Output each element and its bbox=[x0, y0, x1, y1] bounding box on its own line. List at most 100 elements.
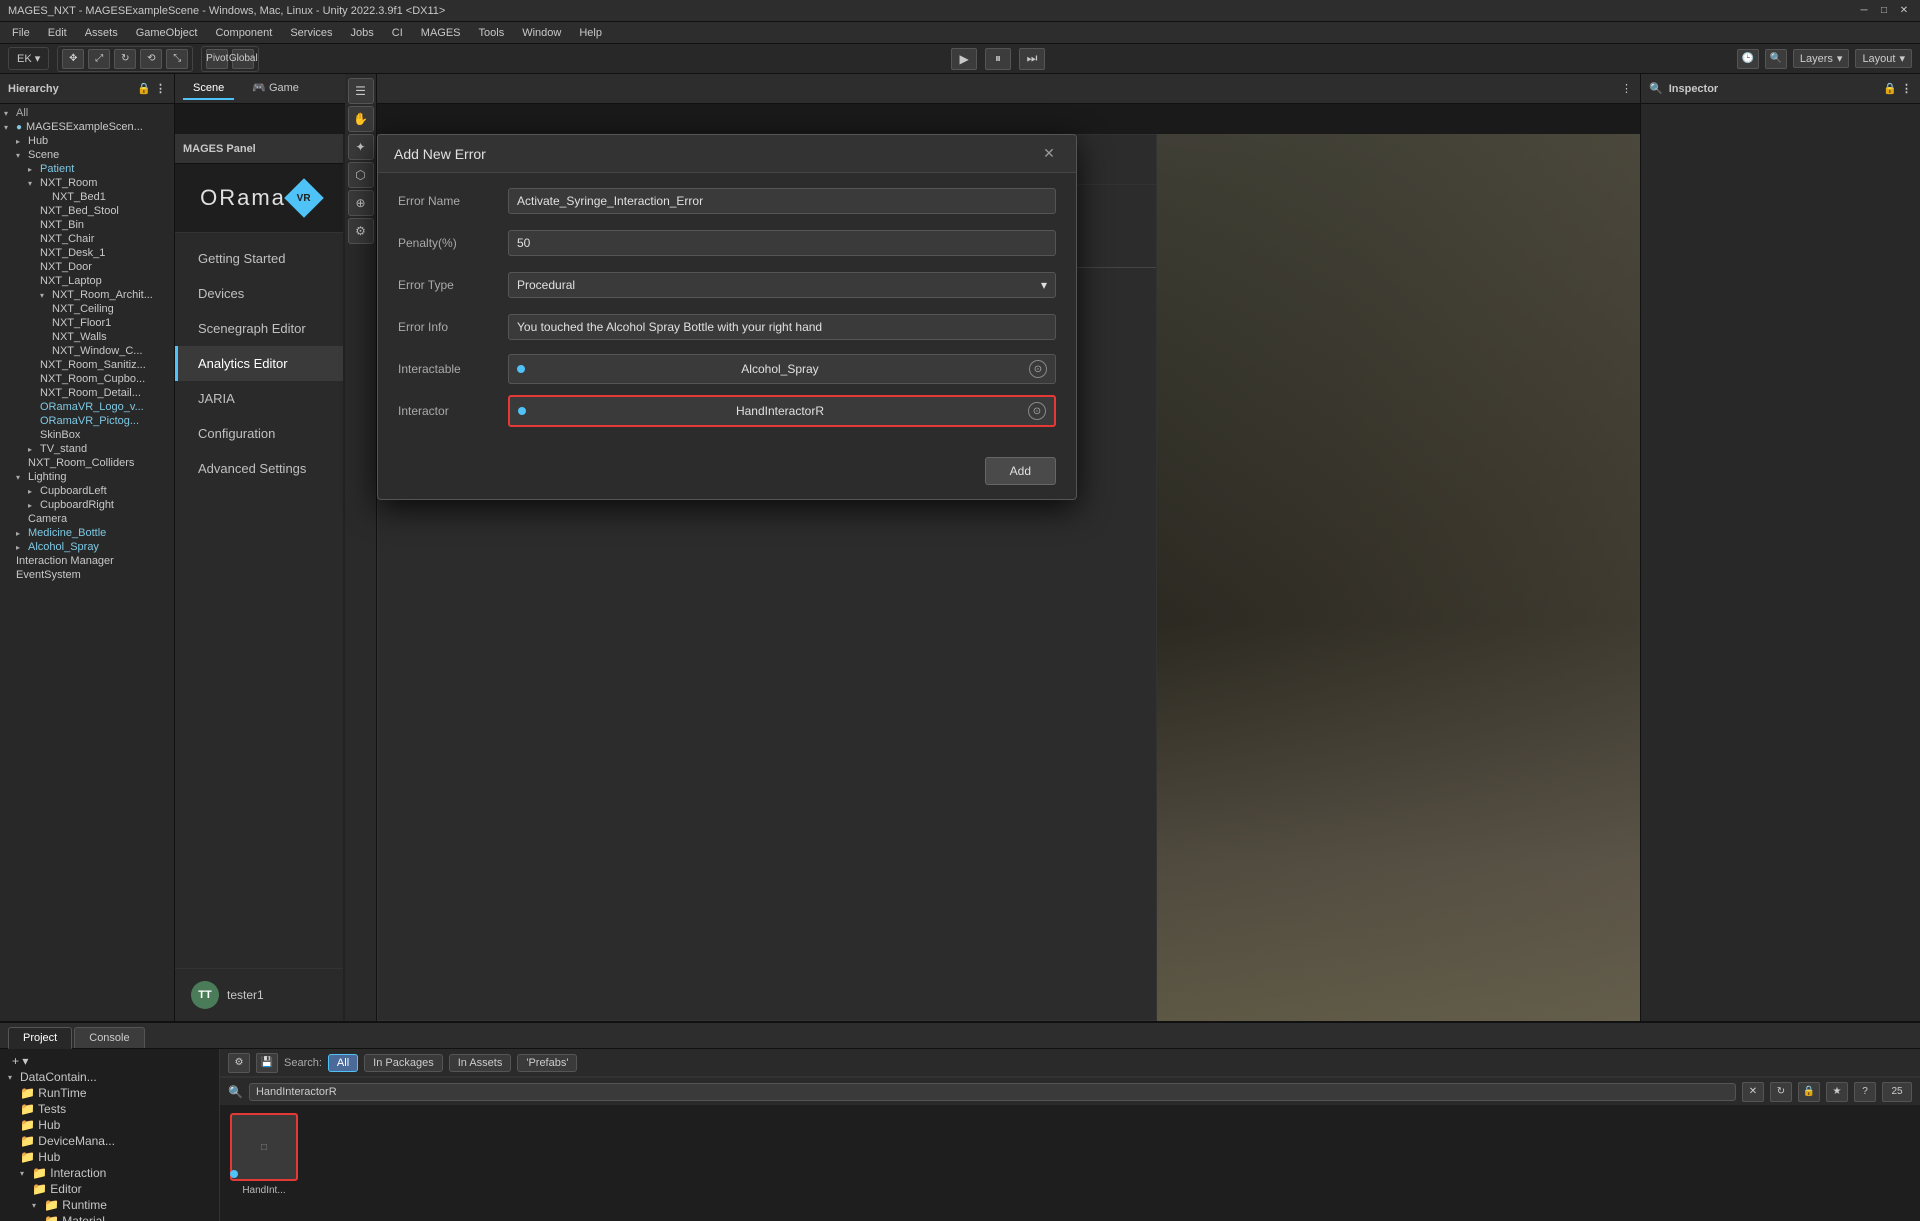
project-hub2[interactable]: 📁 Hub bbox=[4, 1149, 215, 1165]
project-interaction[interactable]: ▾ 📁 Interaction bbox=[4, 1165, 215, 1181]
dialog-close-btn[interactable]: ✕ bbox=[1038, 143, 1060, 165]
transform-btn-5[interactable]: ⤡ bbox=[166, 49, 188, 69]
side-icon-3[interactable]: ✦ bbox=[348, 134, 374, 160]
menu-ci[interactable]: CI bbox=[384, 25, 411, 41]
transform-btn-1[interactable]: ✥ bbox=[62, 49, 84, 69]
tree-nxt-walls[interactable]: NXT_Walls bbox=[0, 330, 174, 344]
menu-services[interactable]: Services bbox=[282, 25, 340, 41]
transform-btn-4[interactable]: ⟲ bbox=[140, 49, 162, 69]
tree-nxt-bed1[interactable]: NXT_Bed1 bbox=[0, 190, 174, 204]
play-btn[interactable]: ▶ bbox=[951, 48, 977, 70]
error-type-dropdown[interactable]: Procedural ▾ bbox=[508, 272, 1056, 298]
scene-tab[interactable]: Scene bbox=[183, 78, 234, 100]
project-runtime[interactable]: 📁 RunTime bbox=[4, 1085, 215, 1101]
error-info-input[interactable]: You touched the Alcohol Spray Bottle wit… bbox=[508, 314, 1056, 340]
side-icon-1[interactable]: ☰ bbox=[348, 78, 374, 104]
step-btn[interactable]: ⏭ bbox=[1019, 48, 1045, 70]
nav-analytics[interactable]: Analytics Editor bbox=[175, 346, 343, 381]
transform-btn-2[interactable]: ⤢ bbox=[88, 49, 110, 69]
asset-hand-interactor[interactable]: □ HandInt... bbox=[228, 1113, 300, 1196]
project-add[interactable]: + ▾ bbox=[4, 1053, 215, 1069]
assets-settings[interactable]: ⚙ bbox=[228, 1053, 250, 1073]
menu-tools[interactable]: Tools bbox=[471, 25, 513, 41]
nav-getting-started[interactable]: Getting Started bbox=[175, 241, 343, 276]
assets-save[interactable]: 💾 bbox=[256, 1053, 278, 1073]
tree-alcohol[interactable]: ▸ Alcohol_Spray bbox=[0, 540, 174, 554]
tree-all[interactable]: ▾ All bbox=[0, 106, 174, 120]
maximize-btn[interactable]: □ bbox=[1876, 3, 1892, 19]
inspector-more[interactable]: ⋮ bbox=[1901, 82, 1912, 95]
star-btn[interactable]: ★ bbox=[1826, 1082, 1848, 1102]
project-device[interactable]: 📁 DeviceMana... bbox=[4, 1133, 215, 1149]
menu-edit[interactable]: Edit bbox=[40, 25, 75, 41]
tree-nxt-bed-stool[interactable]: NXT_Bed_Stool bbox=[0, 204, 174, 218]
project-hub[interactable]: 📁 Hub bbox=[4, 1117, 215, 1133]
tree-nxt-door[interactable]: NXT_Door bbox=[0, 260, 174, 274]
nav-configuration[interactable]: Configuration bbox=[175, 416, 343, 451]
tree-tv-stand[interactable]: ▸ TV_stand bbox=[0, 442, 174, 456]
tree-skinbox[interactable]: SkinBox bbox=[0, 428, 174, 442]
nav-devices[interactable]: Devices bbox=[175, 276, 343, 311]
menu-gameobject[interactable]: GameObject bbox=[128, 25, 206, 41]
project-tests[interactable]: 📁 Tests bbox=[4, 1101, 215, 1117]
hierarchy-lock[interactable]: 🔒 bbox=[137, 82, 151, 95]
project-runtime2[interactable]: ▾ 📁 Runtime bbox=[4, 1197, 215, 1213]
interactable-select-btn[interactable]: ⊙ bbox=[1029, 360, 1047, 378]
refresh-btn[interactable]: ↻ bbox=[1770, 1082, 1792, 1102]
tree-camera[interactable]: Camera bbox=[0, 512, 174, 526]
tab-console[interactable]: Console bbox=[74, 1027, 144, 1048]
tree-interaction-mgr[interactable]: Interaction Manager bbox=[0, 554, 174, 568]
inspector-lock[interactable]: 🔒 bbox=[1883, 82, 1897, 95]
filter-all[interactable]: All bbox=[328, 1054, 358, 1072]
tree-scene-go[interactable]: ▾ Scene bbox=[0, 148, 174, 162]
minimize-btn[interactable]: ─ bbox=[1856, 3, 1872, 19]
tree-orama-logo[interactable]: ORamaVR_Logo_v... bbox=[0, 400, 174, 414]
filter-in-packages[interactable]: In Packages bbox=[364, 1054, 443, 1072]
menu-assets[interactable]: Assets bbox=[77, 25, 126, 41]
project-material[interactable]: 📁 Material bbox=[4, 1213, 215, 1221]
filter-in-assets[interactable]: In Assets bbox=[449, 1054, 512, 1072]
game-tab[interactable]: 🎮 Game bbox=[242, 77, 309, 100]
tab-project[interactable]: Project bbox=[8, 1027, 72, 1049]
tree-nxt-colliders[interactable]: NXT_Room_Colliders bbox=[0, 456, 174, 470]
filter-prefabs[interactable]: 'Prefabs' bbox=[517, 1054, 577, 1072]
layout-dropdown[interactable]: Layout ▾ bbox=[1855, 49, 1912, 68]
menu-jobs[interactable]: Jobs bbox=[343, 25, 382, 41]
tree-medicine[interactable]: ▸ Medicine_Bottle bbox=[0, 526, 174, 540]
viewport-more[interactable]: ⋮ bbox=[1621, 82, 1632, 95]
tree-nxt-desk[interactable]: NXT_Desk_1 bbox=[0, 246, 174, 260]
tree-nxt-sanitiz[interactable]: NXT_Room_Sanitiz... bbox=[0, 358, 174, 372]
tree-cupboard-left[interactable]: ▸ CupboardLeft bbox=[0, 484, 174, 498]
tree-nxt-window[interactable]: NXT_Window_C... bbox=[0, 344, 174, 358]
tree-nxt-laptop[interactable]: NXT_Laptop bbox=[0, 274, 174, 288]
pause-btn[interactable]: ⏸ bbox=[985, 48, 1011, 70]
project-editor[interactable]: 📁 Editor bbox=[4, 1181, 215, 1197]
menu-help[interactable]: Help bbox=[571, 25, 610, 41]
nav-jaria[interactable]: JARIA bbox=[175, 381, 343, 416]
side-icon-4[interactable]: ⬡ bbox=[348, 162, 374, 188]
search-btn[interactable]: 🔍 bbox=[1765, 49, 1787, 69]
account-label[interactable]: EK ▾ bbox=[13, 50, 44, 67]
tree-lighting[interactable]: ▾ Lighting bbox=[0, 470, 174, 484]
tree-nxt-room-archit[interactable]: ▾ NXT_Room_Archit... bbox=[0, 288, 174, 302]
menu-component[interactable]: Component bbox=[207, 25, 280, 41]
interactor-select-btn[interactable]: ⊙ bbox=[1028, 402, 1046, 420]
tree-nxt-cupb[interactable]: NXT_Room_Cupbo... bbox=[0, 372, 174, 386]
tree-cupboard-right[interactable]: ▸ CupboardRight bbox=[0, 498, 174, 512]
pivot-btn[interactable]: Pivot bbox=[206, 49, 228, 69]
info-btn[interactable]: ? bbox=[1854, 1082, 1876, 1102]
tree-hub[interactable]: ▸ Hub bbox=[0, 134, 174, 148]
side-icon-5[interactable]: ⊕ bbox=[348, 190, 374, 216]
add-button[interactable]: Add bbox=[985, 457, 1056, 485]
close-btn[interactable]: ✕ bbox=[1896, 3, 1912, 19]
menu-mages[interactable]: MAGES bbox=[413, 25, 469, 41]
hierarchy-more[interactable]: ⋮ bbox=[155, 82, 166, 95]
tree-nxt-bin[interactable]: NXT_Bin bbox=[0, 218, 174, 232]
tree-nxt-floor[interactable]: NXT_Floor1 bbox=[0, 316, 174, 330]
transform-btn-3[interactable]: ↻ bbox=[114, 49, 136, 69]
interactor-field[interactable]: HandInteractorR ⊙ bbox=[508, 395, 1056, 427]
history-btn[interactable]: 🕒 bbox=[1737, 49, 1759, 69]
global-btn[interactable]: Global bbox=[232, 49, 254, 69]
clear-search[interactable]: ✕ bbox=[1742, 1082, 1764, 1102]
penalty-input[interactable]: 50 bbox=[508, 230, 1056, 256]
